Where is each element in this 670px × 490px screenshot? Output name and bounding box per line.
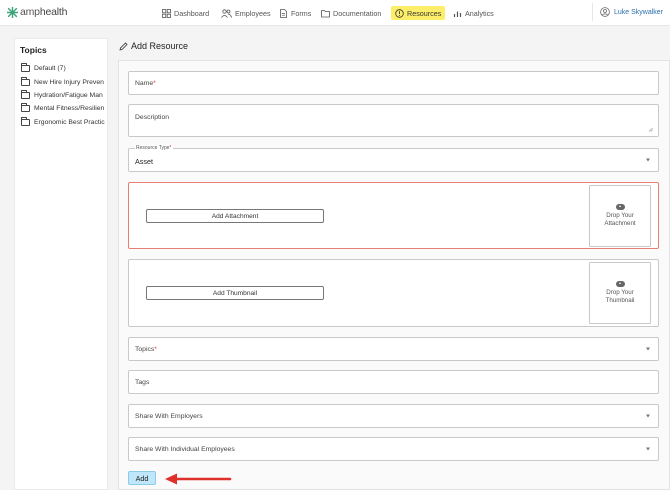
- topics-sidebar: Topics Default (7) New Hire Injury Preve…: [14, 38, 108, 490]
- nav-resources[interactable]: Resources: [391, 6, 446, 20]
- nav-resources-label: Resources: [407, 8, 442, 18]
- add-submit-button[interactable]: Add: [128, 471, 156, 485]
- resource-type-value: Asset: [135, 157, 153, 166]
- folder-icon: [21, 77, 30, 86]
- nav-employees[interactable]: Employees: [221, 6, 271, 20]
- thumbnail-dropzone[interactable]: Drop Your Thumbnail: [589, 262, 651, 324]
- bar-chart-icon: [453, 11, 462, 17]
- nav-dashboard[interactable]: Dashboard: [162, 6, 209, 20]
- chevron-down-icon: [646, 447, 650, 451]
- sidebar-item-label: Ergonomic Best Practic: [34, 118, 105, 126]
- pencil-icon: [119, 41, 128, 51]
- nav-employees-label: Employees: [235, 8, 271, 18]
- sidebar-item-label: Hydration/Fatigue Man: [34, 91, 103, 99]
- nav-documentation[interactable]: Documentation: [321, 6, 381, 20]
- tags-field-label: Tags: [135, 379, 150, 386]
- user-name: Luke Skywalker: [614, 8, 664, 16]
- nav-documentation-label: Documentation: [333, 8, 382, 18]
- resource-type-label: Resource Type: [136, 145, 170, 151]
- tags-field[interactable]: Tags: [128, 370, 659, 394]
- name-field[interactable]: Name*: [128, 71, 659, 95]
- chevron-down-icon: [646, 347, 650, 351]
- attachment-dropzone[interactable]: Drop Your Attachment: [589, 185, 651, 247]
- dropzone-text-line2: Thumbnail: [605, 297, 635, 304]
- folder-icon: [21, 117, 30, 126]
- add-thumbnail-button[interactable]: Add Thumbnail: [146, 286, 324, 300]
- app-logo[interactable]: amphealth: [7, 6, 67, 18]
- sidebar-item-hydration[interactable]: Hydration/Fatigue Man: [21, 90, 107, 100]
- required-mark: *: [154, 346, 157, 353]
- forms-icon: [280, 8, 287, 18]
- info-icon: [395, 8, 404, 18]
- required-mark: *: [153, 80, 156, 87]
- folder-icon: [321, 9, 330, 17]
- cloud-upload-icon: [615, 204, 625, 210]
- nav-forms-label: Forms: [291, 8, 312, 18]
- share-employers-label: Share With Employers: [135, 413, 203, 420]
- nav-analytics-label: Analytics: [465, 8, 494, 18]
- nav-dashboard-label: Dashboard: [174, 8, 210, 18]
- sidebar-item-new-hire[interactable]: New Hire Injury Preven: [21, 77, 107, 87]
- nav-analytics[interactable]: Analytics: [453, 6, 494, 20]
- description-field-label: Description: [135, 114, 169, 121]
- employees-icon: [221, 8, 232, 18]
- sidebar-item-label: New Hire Injury Preven: [34, 78, 104, 86]
- page-title-text: Add Resource: [131, 41, 189, 51]
- description-field[interactable]: Description: [128, 104, 659, 137]
- thumbnail-section: Add Thumbnail Drop Your Thumbnail: [128, 259, 659, 327]
- add-attachment-button[interactable]: Add Attachment: [146, 209, 324, 223]
- folder-icon: [21, 63, 30, 72]
- chevron-down-icon: [646, 414, 650, 418]
- chevron-down-icon: [646, 158, 650, 162]
- sidebar-item-label: Default (7): [34, 64, 66, 72]
- sidebar-item-mental-fitness[interactable]: Mental Fitness/Resilien: [21, 103, 107, 113]
- share-employees-select[interactable]: Share With Individual Employees: [128, 437, 659, 461]
- user-avatar-icon: [600, 7, 610, 17]
- attachment-section: Add Attachment Drop Your Attachment: [128, 182, 659, 249]
- nav-forms[interactable]: Forms: [279, 6, 311, 20]
- sidebar-item-ergonomic[interactable]: Ergonomic Best Practic: [21, 117, 107, 127]
- folder-icon: [21, 103, 30, 112]
- annotation-arrow-icon: [165, 473, 232, 485]
- name-field-label: Name: [135, 80, 154, 87]
- user-menu[interactable]: Luke Skywalker: [592, 3, 670, 21]
- sidebar-item-default[interactable]: Default (7): [21, 63, 107, 73]
- dropzone-text-line1: Drop Your: [606, 212, 634, 219]
- brand-name: amphealth: [20, 6, 68, 18]
- page-title: Add Resource: [119, 41, 188, 51]
- topics-field-label: Topics: [135, 346, 155, 353]
- dropzone-text-line2: Attachment: [604, 220, 636, 227]
- dropzone-text-line1: Drop Your: [606, 289, 634, 296]
- folder-icon: [21, 90, 30, 99]
- cloud-upload-icon: [615, 281, 625, 287]
- topics-select[interactable]: Topics*: [128, 337, 659, 361]
- required-mark: *: [169, 145, 172, 151]
- share-employers-select[interactable]: Share With Employers: [128, 404, 659, 428]
- dashboard-icon: [162, 8, 171, 18]
- resource-type-select[interactable]: Resource Type* Asset: [128, 145, 659, 172]
- resize-handle-icon[interactable]: [648, 127, 653, 132]
- share-employees-label: Share With Individual Employees: [135, 446, 235, 453]
- sidebar-item-label: Mental Fitness/Resilien: [34, 104, 105, 112]
- sidebar-title: Topics: [20, 45, 47, 55]
- logo-mark-icon: [7, 6, 18, 18]
- top-navbar: amphealth Dashboard Employees Forms Docu…: [0, 0, 670, 26]
